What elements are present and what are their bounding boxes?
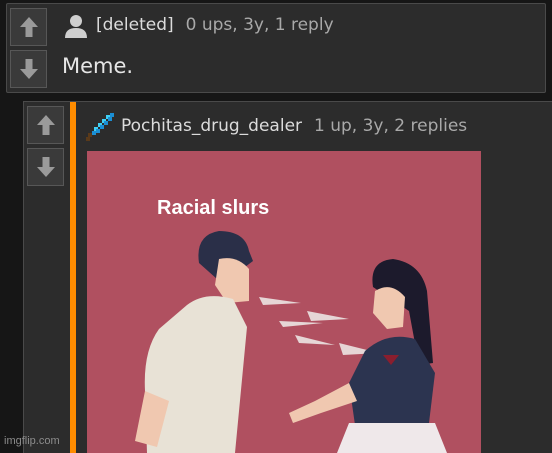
comment-stats: 1 up, 3y, 2 replies [314, 116, 468, 136]
comment-stats: 0 ups, 3y, 1 reply [185, 15, 334, 35]
comment-meta: Pochitas_drug_dealer 1 up, 3y, 2 replies [121, 116, 467, 136]
user-silhouette-icon [65, 15, 87, 38]
upvote-button[interactable] [10, 8, 47, 46]
downvote-arrow-icon [19, 59, 38, 79]
username-link[interactable]: Pochitas_drug_dealer [121, 116, 302, 136]
meme-illustration [135, 231, 447, 453]
meme-image[interactable]: Racial slurs [87, 151, 481, 453]
imgflip-watermark: imgflip.com [4, 435, 60, 447]
upvote-button[interactable] [27, 106, 64, 144]
downvote-button[interactable] [27, 148, 64, 186]
downvote-arrow-icon [36, 157, 55, 177]
comment-text: Meme. [62, 54, 134, 78]
diamond-sword-icon [86, 113, 114, 141]
reply-accent-bar [70, 102, 76, 453]
comment-reply: Pochitas_drug_dealer 1 up, 3y, 2 replies … [23, 101, 552, 453]
downvote-button[interactable] [10, 50, 47, 88]
vote-controls [7, 4, 51, 92]
username-link[interactable]: [deleted] [96, 15, 174, 35]
comment-deleted: [deleted] 0 ups, 3y, 1 reply Meme. [6, 3, 546, 93]
upvote-arrow-icon [19, 17, 38, 37]
upvote-arrow-icon [36, 115, 55, 135]
vote-controls [24, 102, 68, 453]
comment-meta: [deleted] 0 ups, 3y, 1 reply [96, 15, 334, 35]
